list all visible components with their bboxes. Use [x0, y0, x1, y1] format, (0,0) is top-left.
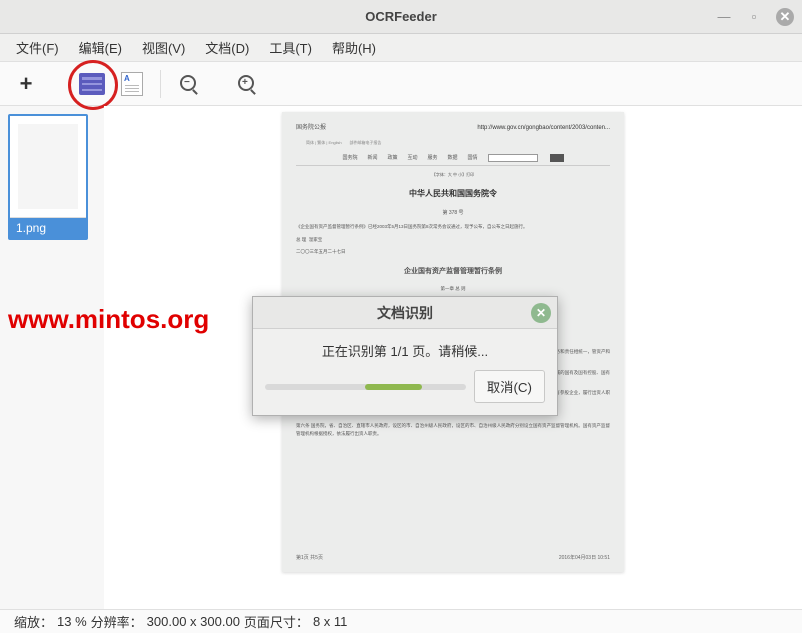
thumbnail-label: 1.png — [10, 218, 86, 238]
close-button[interactable]: ✕ — [776, 8, 794, 26]
doc-title: 中华人民共和国国务院令 — [296, 188, 610, 201]
window-title: OCRFeeder — [365, 9, 437, 24]
zoom-in-button[interactable]: + — [231, 68, 263, 100]
layout-icon — [79, 73, 105, 95]
status-res-value: 300.00 x 300.00 — [147, 614, 240, 629]
status-size-label: 页面尺寸： — [244, 612, 309, 631]
status-zoom-label: 缩放： — [14, 612, 53, 631]
page-sidebar: 1.png — [0, 106, 104, 609]
dialog-close-button[interactable]: ✕ — [531, 303, 551, 323]
toolbar-separator — [160, 70, 161, 98]
doc-search-btn — [550, 154, 564, 162]
doc-footer-left: 第1页 共5页 — [296, 554, 323, 562]
recognize-text-button[interactable] — [116, 68, 148, 100]
maximize-button[interactable]: ▫ — [746, 9, 762, 25]
dialog-titlebar: 文档识别 ✕ — [253, 297, 557, 329]
doc-para1: 《企业国有资产监督管理暂行条例》已经2003年5月13日国务院第8次常务会议通过… — [296, 223, 610, 231]
menubar: 文件(F) 编辑(E) 视图(V) 文档(D) 工具(T) 帮助(H) — [0, 34, 802, 62]
doc-source: 国务院公报 — [296, 124, 326, 134]
window-controls: — ▫ ✕ — [716, 8, 794, 26]
add-image-button[interactable] — [10, 68, 42, 100]
status-zoom-value: 13 % — [57, 614, 87, 629]
zoom-in-icon: + — [238, 75, 256, 93]
detect-layout-button[interactable] — [76, 68, 108, 100]
doc-nav: 国务院 新闻 政策 互动 服务 数据 国情 — [296, 154, 610, 166]
menu-help[interactable]: 帮助(H) — [324, 34, 384, 61]
doc-number: 第 378 号 — [296, 209, 610, 217]
menu-edit[interactable]: 编辑(E) — [71, 34, 130, 61]
menu-document[interactable]: 文档(D) — [197, 34, 257, 61]
menu-view[interactable]: 视图(V) — [134, 34, 193, 61]
status-size-value: 8 x 11 — [313, 614, 347, 629]
doc-sub2: 部件邮箱电子报告 — [349, 140, 381, 145]
progress-chunk — [365, 384, 421, 390]
doc-subnav: 【字体：大 中 小】打印 — [296, 172, 610, 178]
toolbar: − + — [0, 62, 802, 106]
watermark-text: www.mintos.org — [8, 304, 209, 335]
zoom-out-button[interactable]: − — [173, 68, 205, 100]
doc-search-box — [488, 154, 538, 162]
menu-file[interactable]: 文件(F) — [8, 34, 67, 61]
thumbnail-image — [10, 116, 86, 218]
doc-lang: 简体 | 繁体 | English — [306, 140, 342, 145]
menu-tools[interactable]: 工具(T) — [261, 34, 320, 61]
progress-dialog: 文档识别 ✕ 正在识别第 1/1 页。请稍候... 取消(C) — [252, 296, 558, 416]
text-icon — [121, 72, 143, 96]
doc-url: http://www.gov.cn/gongbao/content/2003/c… — [477, 124, 610, 134]
zoom-out-icon: − — [180, 75, 198, 93]
status-res-label: 分辨率： — [91, 612, 143, 631]
doc-section-title: 企业国有资产监督管理暂行条例 — [296, 266, 610, 277]
dialog-cancel-button[interactable]: 取消(C) — [474, 370, 545, 403]
dialog-title: 文档识别 — [377, 303, 433, 323]
statusbar: 缩放： 13 % 分辨率： 300.00 x 300.00 页面尺寸： 8 x … — [0, 609, 802, 633]
progress-bar — [265, 384, 466, 390]
titlebar: OCRFeeder — ▫ ✕ — [0, 0, 802, 34]
dialog-message: 正在识别第 1/1 页。请稍候... — [265, 341, 545, 360]
page-thumbnail[interactable]: 1.png — [8, 114, 88, 240]
minimize-button[interactable]: — — [716, 9, 732, 25]
plus-icon — [20, 71, 33, 97]
doc-footer-right: 2016年04月03日 10:51 — [559, 554, 610, 562]
